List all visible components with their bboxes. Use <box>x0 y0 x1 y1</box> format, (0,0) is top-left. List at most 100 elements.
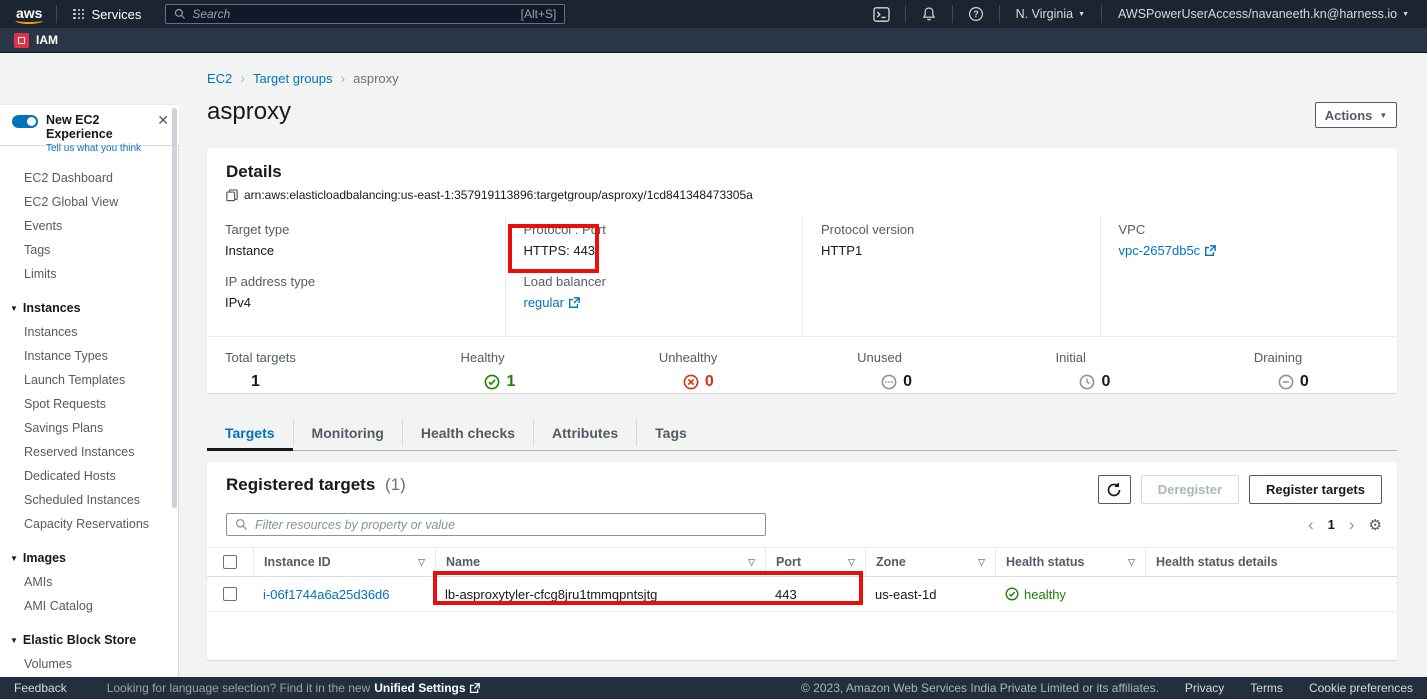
col-health-status-details: Health status details <box>1156 555 1278 569</box>
tab-health-checks[interactable]: Health checks <box>403 419 534 446</box>
terms-link[interactable]: Terms <box>1250 681 1283 695</box>
next-page-icon[interactable]: › <box>1349 516 1355 533</box>
sidebar-item-amis[interactable]: AMIs <box>0 570 172 594</box>
sidebar-item-events[interactable]: Events <box>0 214 172 238</box>
region-selector[interactable]: N. Virginia ▼ <box>1010 7 1091 21</box>
divider <box>905 5 906 23</box>
sidebar-section-images[interactable]: ▼Images <box>0 546 172 570</box>
chevron-right-icon: › <box>340 70 345 86</box>
protocol-version-label: Protocol version <box>821 222 1082 237</box>
page-title: asproxy <box>207 98 291 126</box>
services-menu-button[interactable]: Services <box>67 0 147 28</box>
account-menu[interactable]: AWSPowerUserAccess/navaneeth.kn@harness.… <box>1112 7 1415 21</box>
sidebar-item-volumes[interactable]: Volumes <box>0 652 172 676</box>
search-icon <box>174 8 186 20</box>
chevron-right-icon: › <box>240 70 245 86</box>
refresh-button[interactable] <box>1098 475 1131 504</box>
minus-circle-icon <box>1278 374 1294 390</box>
close-icon[interactable]: ✕ <box>157 113 169 127</box>
check-circle-icon <box>1005 587 1019 601</box>
services-label: Services <box>91 7 141 22</box>
iam-service-icon <box>14 33 29 48</box>
settings-gear-icon[interactable]: ⚙ <box>1369 516 1382 534</box>
privacy-link[interactable]: Privacy <box>1185 681 1224 695</box>
notifications-bell-icon[interactable] <box>916 3 942 25</box>
breadcrumb-current: asproxy <box>353 71 399 86</box>
sidebar-item-savings-plans[interactable]: Savings Plans <box>0 416 172 440</box>
cloudshell-icon[interactable] <box>869 3 895 25</box>
sidebar-item-spot-requests[interactable]: Spot Requests <box>0 392 172 416</box>
sidebar-scrollbar[interactable] <box>172 108 177 508</box>
target-type-value: Instance <box>225 243 487 258</box>
region-label: N. Virginia <box>1016 7 1073 21</box>
help-icon[interactable]: ? <box>963 3 989 25</box>
sort-icon[interactable]: ▽ <box>1128 557 1135 568</box>
external-link-icon <box>568 297 580 309</box>
register-targets-button[interactable]: Register targets <box>1249 475 1382 504</box>
sort-icon[interactable]: ▽ <box>418 557 425 568</box>
copy-icon[interactable] <box>226 189 238 202</box>
cookie-preferences-link[interactable]: Cookie preferences <box>1309 681 1413 695</box>
instance-id-link[interactable]: i-06f1744a6a25d36d6 <box>263 587 390 602</box>
tab-tags[interactable]: Tags <box>637 419 705 446</box>
actions-button[interactable]: Actions ▼ <box>1315 102 1397 128</box>
previous-page-icon[interactable]: ‹ <box>1308 516 1314 533</box>
aws-logo[interactable]: aws <box>14 5 46 24</box>
tell-us-link[interactable]: Tell us what you think <box>46 143 149 154</box>
sidebar-item-reserved-instances[interactable]: Reserved Instances <box>0 440 172 464</box>
sidebar-item-limits[interactable]: Limits <box>0 262 172 286</box>
divider <box>999 5 1000 23</box>
filter-input[interactable]: Filter resources by property or value <box>226 513 766 536</box>
target-type-label: Target type <box>225 222 487 237</box>
page-number[interactable]: 1 <box>1328 517 1335 532</box>
tab-targets[interactable]: Targets <box>207 419 294 446</box>
sidebar-item-ec2-dashboard[interactable]: EC2 Dashboard <box>0 166 172 190</box>
tab-monitoring[interactable]: Monitoring <box>294 419 403 446</box>
sidebar-section-elastic-block-store[interactable]: ▼Elastic Block Store <box>0 628 172 652</box>
sort-icon[interactable]: ▽ <box>748 557 755 568</box>
ip-address-type-label: IP address type <box>225 274 487 289</box>
check-circle-icon <box>484 374 500 390</box>
row-checkbox[interactable] <box>223 587 237 601</box>
sidebar-item-launch-templates[interactable]: Launch Templates <box>0 368 172 392</box>
main-content: EC2 › Target groups › asproxy asproxy Ac… <box>180 53 1427 677</box>
tab-attributes[interactable]: Attributes <box>534 419 637 446</box>
target-group-arn: arn:aws:elasticloadbalancing:us-east-1:3… <box>244 188 753 202</box>
chevron-down-icon: ▼ <box>1078 11 1085 18</box>
total-targets-value: 1 <box>225 373 296 391</box>
iam-label: IAM <box>36 33 58 47</box>
unified-settings-link[interactable]: Unified Settings <box>374 681 479 695</box>
sidebar-section-instances[interactable]: ▼Instances <box>0 296 172 320</box>
sidebar-item-scheduled-instances[interactable]: Scheduled Instances <box>0 488 172 512</box>
sidebar-item-capacity-reservations[interactable]: Capacity Reservations <box>0 512 172 536</box>
health-details-cell <box>1145 577 1397 611</box>
vpc-link[interactable]: vpc-2657db5c <box>1119 243 1217 258</box>
sidebar-item-instance-types[interactable]: Instance Types <box>0 344 172 368</box>
col-health-status: Health status <box>1006 555 1085 569</box>
details-title: Details <box>226 162 282 181</box>
sidebar-item-ami-catalog[interactable]: AMI Catalog <box>0 594 172 618</box>
sidebar-item-ec2-global-view[interactable]: EC2 Global View <box>0 190 172 214</box>
load-balancer-link[interactable]: regular <box>524 295 580 310</box>
sort-icon[interactable]: ▽ <box>848 557 855 568</box>
new-experience-toggle[interactable] <box>12 115 38 128</box>
chevron-down-icon: ▼ <box>10 636 18 645</box>
unused-count: 0 <box>903 373 912 391</box>
global-search-input[interactable]: Search [Alt+S] <box>165 4 565 24</box>
favorite-iam-link[interactable]: IAM <box>14 33 58 48</box>
protocol-port-value: HTTPS: 443 <box>524 243 785 258</box>
sort-icon[interactable]: ▽ <box>978 557 985 568</box>
select-all-checkbox[interactable] <box>223 555 237 569</box>
ellipsis-circle-icon <box>881 374 897 390</box>
feedback-link[interactable]: Feedback <box>14 681 67 695</box>
target-zone-cell: us-east-1d <box>865 577 995 611</box>
sidebar-item-dedicated-hosts[interactable]: Dedicated Hosts <box>0 464 172 488</box>
sidebar-item-instances[interactable]: Instances <box>0 320 172 344</box>
sidebar-item-tags[interactable]: Tags <box>0 238 172 262</box>
services-grid-icon <box>73 9 84 20</box>
deregister-button[interactable]: Deregister <box>1141 475 1239 504</box>
breadcrumb: EC2 › Target groups › asproxy <box>207 70 399 86</box>
breadcrumb-ec2[interactable]: EC2 <box>207 71 232 86</box>
breadcrumb-target-groups[interactable]: Target groups <box>253 71 333 86</box>
table-row: i-06f1744a6a25d36d6 lb-asproxytyler-cfcg… <box>207 577 1397 612</box>
